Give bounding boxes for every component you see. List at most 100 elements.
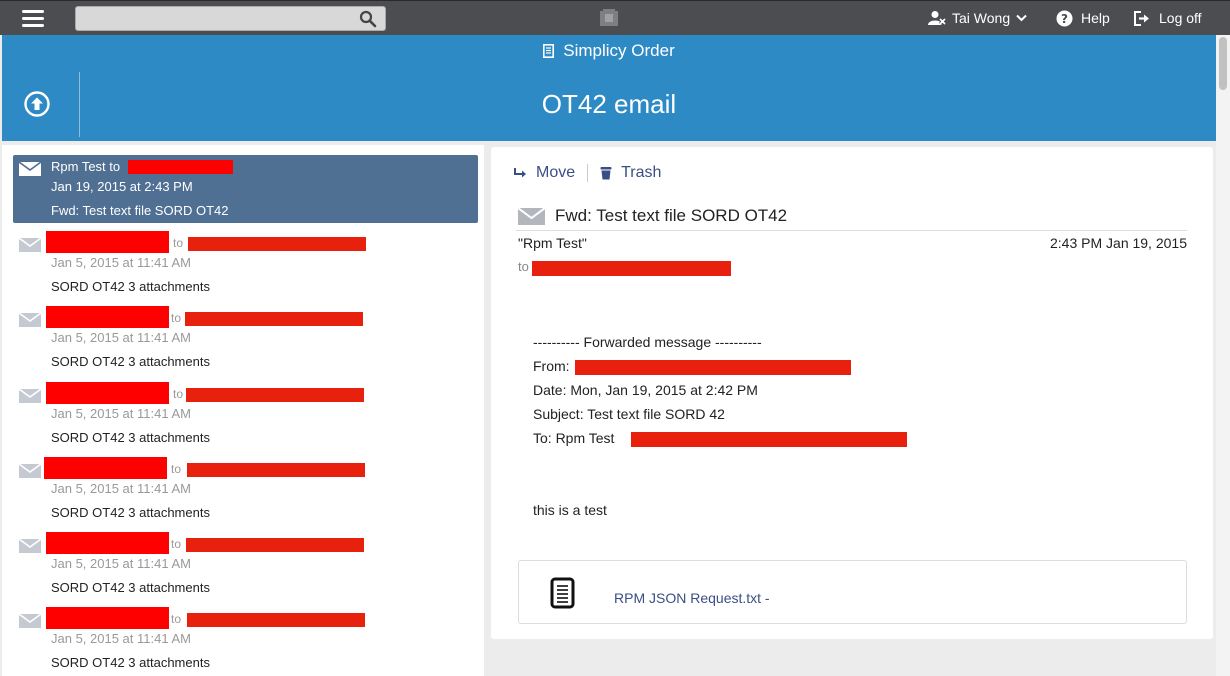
redacted-sender bbox=[44, 457, 167, 479]
message-date: Jan 5, 2015 at 11:41 AM bbox=[51, 631, 191, 646]
search-icon[interactable] bbox=[359, 10, 377, 28]
move-label: Move bbox=[536, 164, 576, 181]
list-item[interactable]: to Jan 5, 2015 at 11:41 AM SORD OT42 3 a… bbox=[13, 457, 478, 527]
message-body-text: this is a test bbox=[533, 502, 607, 518]
redacted-sender bbox=[46, 382, 169, 404]
svg-text:?: ? bbox=[1061, 12, 1068, 26]
message-toolbar: Move Trash bbox=[513, 162, 661, 184]
app-header: Simplicy Order OT42 email bbox=[2, 35, 1216, 141]
chevron-down-icon bbox=[1016, 14, 1027, 22]
list-item[interactable]: to Jan 5, 2015 at 11:41 AM SORD OT42 3 a… bbox=[13, 306, 478, 376]
envelope-icon bbox=[19, 238, 41, 252]
document-icon bbox=[550, 577, 575, 609]
message-to-label: to bbox=[173, 387, 184, 401]
redacted-recipient bbox=[532, 261, 731, 276]
redacted-recipient bbox=[188, 237, 366, 251]
attachment-card[interactable]: RPM JSON Request.txt - bbox=[518, 560, 1187, 624]
envelope-icon bbox=[19, 389, 41, 403]
list-item[interactable]: to Jan 5, 2015 at 11:41 AM SORD OT42 3 a… bbox=[13, 231, 478, 301]
message-to-label: to bbox=[171, 462, 182, 476]
message-date: Jan 5, 2015 at 11:41 AM bbox=[51, 556, 191, 571]
page-title: OT42 email bbox=[541, 89, 677, 119]
attachment-file-name[interactable]: RPM JSON Request.txt - bbox=[614, 590, 770, 606]
scrollbar-thumb[interactable] bbox=[1219, 37, 1227, 90]
list-item[interactable]: to Jan 5, 2015 at 11:41 AM SORD OT42 3 a… bbox=[13, 532, 478, 602]
redacted-sender bbox=[46, 532, 169, 554]
document-icon bbox=[543, 44, 555, 58]
forward-header: ---------- Forwarded message ---------- bbox=[533, 334, 762, 350]
message-from: Rpm Test to bbox=[51, 159, 121, 174]
list-item[interactable]: Rpm Test to Jan 19, 2015 at 2:43 PM Fwd:… bbox=[13, 155, 478, 223]
message-subject: SORD OT42 3 attachments bbox=[51, 655, 210, 670]
forward-subject: Subject: Test text file SORD 42 bbox=[533, 406, 725, 422]
redacted-from-address bbox=[575, 360, 851, 375]
message-subject: SORD OT42 3 attachments bbox=[51, 580, 210, 595]
redacted-recipient bbox=[186, 388, 364, 402]
help-label: Help bbox=[1081, 10, 1110, 26]
search-input[interactable] bbox=[80, 9, 350, 28]
message-sender: "Rpm Test" bbox=[518, 235, 587, 251]
user-name: Tai Wong bbox=[952, 10, 1011, 26]
redacted-sender bbox=[46, 607, 169, 629]
message-to-label: to bbox=[518, 259, 529, 274]
app-logo-icon bbox=[599, 8, 619, 26]
hamburger-menu-icon[interactable] bbox=[22, 10, 46, 28]
forward-date: Date: Mon, Jan 19, 2015 at 2:42 PM bbox=[533, 382, 758, 398]
redacted-recipient bbox=[186, 538, 364, 552]
redacted-recipient bbox=[185, 312, 363, 326]
forward-from-label: From: bbox=[533, 358, 570, 374]
message-to-label: to bbox=[171, 612, 182, 626]
page-scrollbar[interactable] bbox=[1216, 35, 1230, 676]
move-button[interactable]: Move bbox=[513, 164, 575, 182]
message-to-label: to bbox=[171, 311, 182, 325]
message-list: Rpm Test to Jan 19, 2015 at 2:43 PM Fwd:… bbox=[2, 145, 484, 676]
help-icon: ? bbox=[1056, 10, 1073, 26]
message-subject: SORD OT42 3 attachments bbox=[51, 354, 210, 369]
message-subject-text: Fwd: Test text file SORD OT42 bbox=[555, 206, 788, 225]
app-name: Simplicy Order bbox=[2, 41, 1216, 61]
message-subject: SORD OT42 3 attachments bbox=[51, 279, 210, 294]
help-link[interactable]: ? Help bbox=[1056, 1, 1110, 35]
logoff-link[interactable]: Log off bbox=[1133, 1, 1202, 35]
move-arrow-icon bbox=[514, 168, 526, 178]
envelope-icon bbox=[19, 162, 41, 176]
envelope-icon bbox=[19, 539, 41, 553]
logoff-label: Log off bbox=[1159, 10, 1202, 26]
user-icon bbox=[928, 11, 946, 26]
trash-button[interactable]: Trash bbox=[600, 164, 661, 182]
redacted-sender bbox=[46, 306, 169, 328]
logoff-icon bbox=[1134, 10, 1149, 26]
envelope-icon bbox=[19, 464, 41, 478]
message-date: Jan 5, 2015 at 11:41 AM bbox=[51, 406, 191, 421]
top-bar: Tai Wong ? Help Log off bbox=[0, 0, 1230, 35]
envelope-icon bbox=[19, 614, 41, 628]
app-name-label: Simplicy Order bbox=[563, 41, 675, 60]
user-menu[interactable]: Tai Wong bbox=[928, 1, 1027, 35]
envelope-icon bbox=[518, 207, 545, 225]
trash-label: Trash bbox=[621, 164, 662, 181]
subject-divider bbox=[516, 230, 1187, 231]
toolbar-divider bbox=[587, 164, 589, 182]
forward-to: To: Rpm Test bbox=[533, 430, 615, 446]
message-date: Jan 5, 2015 at 11:41 AM bbox=[51, 255, 191, 270]
message-date: Jan 19, 2015 at 2:43 PM bbox=[51, 179, 193, 194]
message-date: Jan 5, 2015 at 11:41 AM bbox=[51, 330, 191, 345]
redacted-recipient bbox=[187, 463, 365, 477]
message-to-label: to bbox=[171, 537, 182, 551]
redacted-sender bbox=[46, 231, 169, 253]
reading-pane: Move Trash Fwd: Test text file SORD OT42… bbox=[491, 147, 1213, 639]
list-item[interactable]: to Jan 5, 2015 at 11:41 AM SORD OT42 3 a… bbox=[13, 382, 478, 452]
message-sent-time: 2:43 PM Jan 19, 2015 bbox=[1050, 235, 1187, 251]
list-item[interactable]: to Jan 5, 2015 at 11:41 AM SORD OT42 3 a… bbox=[13, 607, 478, 676]
message-date: Jan 5, 2015 at 11:41 AM bbox=[51, 481, 191, 496]
message-subject: Fwd: Test text file SORD OT42 bbox=[51, 203, 229, 218]
message-subject: SORD OT42 3 attachments bbox=[51, 430, 210, 445]
message-to-label: to bbox=[173, 236, 184, 250]
redacted-recipient bbox=[187, 613, 365, 627]
envelope-icon bbox=[19, 313, 41, 327]
message-subject-heading: Fwd: Test text file SORD OT42 bbox=[518, 206, 787, 226]
message-subject: SORD OT42 3 attachments bbox=[51, 505, 210, 520]
search-box[interactable] bbox=[75, 6, 386, 31]
redacted-recipient bbox=[128, 160, 233, 174]
redacted-to-address bbox=[631, 432, 907, 447]
